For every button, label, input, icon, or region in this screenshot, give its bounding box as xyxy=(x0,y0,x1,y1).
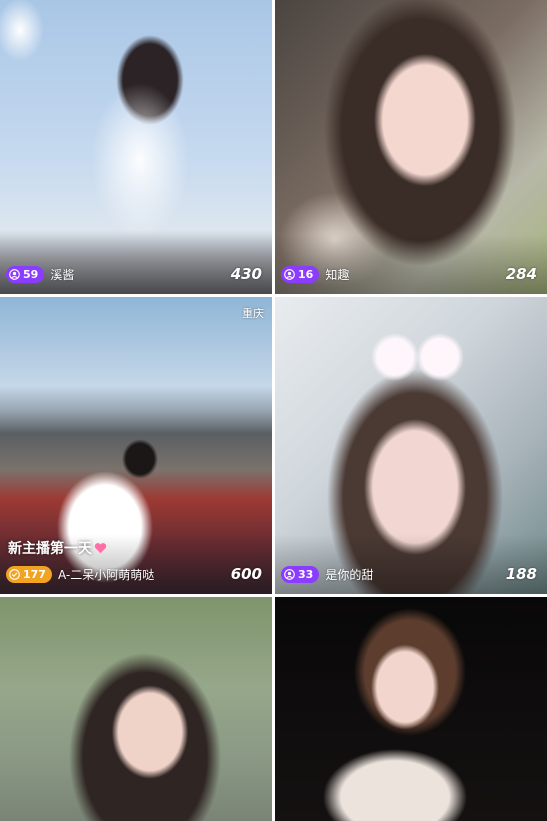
viewer-count: 284 xyxy=(505,265,537,283)
card-info-bar: 177 A-二呆小阿萌萌哒 600 xyxy=(6,564,262,584)
live-room-card[interactable]: 59 溪酱 430 xyxy=(0,0,272,294)
viewer-count: 430 xyxy=(230,265,262,283)
new-streamer-tag: 新主播第一天 xyxy=(8,538,107,558)
live-room-grid: 59 溪酱 430 16 知趣 284 重庆 新主播第一天 177 A-二呆小阿… xyxy=(0,0,547,821)
live-room-card[interactable] xyxy=(275,597,547,821)
cover-image xyxy=(275,597,547,821)
level-badge: 33 xyxy=(281,565,320,583)
card-info-bar: 59 溪酱 430 xyxy=(6,264,262,284)
level-value: 33 xyxy=(298,567,314,581)
streamer-name: 知趣 xyxy=(325,267,350,282)
level-badge: 59 xyxy=(6,265,45,283)
live-room-card[interactable]: 33 是你的甜 188 xyxy=(275,297,547,594)
heart-icon xyxy=(94,543,107,554)
location-label: 重庆 xyxy=(242,307,264,320)
viewer-count: 600 xyxy=(230,565,262,583)
live-room-card[interactable]: 16 知趣 284 xyxy=(275,0,547,294)
streamer-name: 是你的甜 xyxy=(325,567,374,582)
level-value: 177 xyxy=(23,567,46,581)
level-badge: 16 xyxy=(281,265,320,283)
live-room-card[interactable]: 重庆 新主播第一天 177 A-二呆小阿萌萌哒 600 xyxy=(0,297,272,594)
new-streamer-text: 新主播第一天 xyxy=(8,541,92,557)
cover-image xyxy=(0,597,272,821)
level-value: 16 xyxy=(298,267,314,281)
level-value: 59 xyxy=(23,267,39,281)
viewer-count: 188 xyxy=(505,565,537,583)
streamer-name: 溪酱 xyxy=(50,267,75,282)
live-room-card[interactable] xyxy=(0,597,272,821)
level-badge: 177 xyxy=(6,565,52,583)
anchor-level-icon xyxy=(284,568,295,580)
anchor-level-icon xyxy=(9,568,20,580)
streamer-name: A-二呆小阿萌萌哒 xyxy=(57,567,155,582)
card-info-bar: 16 知趣 284 xyxy=(281,264,537,284)
anchor-level-icon xyxy=(284,268,295,280)
card-info-bar: 33 是你的甜 188 xyxy=(281,564,537,584)
anchor-level-icon xyxy=(9,268,20,280)
